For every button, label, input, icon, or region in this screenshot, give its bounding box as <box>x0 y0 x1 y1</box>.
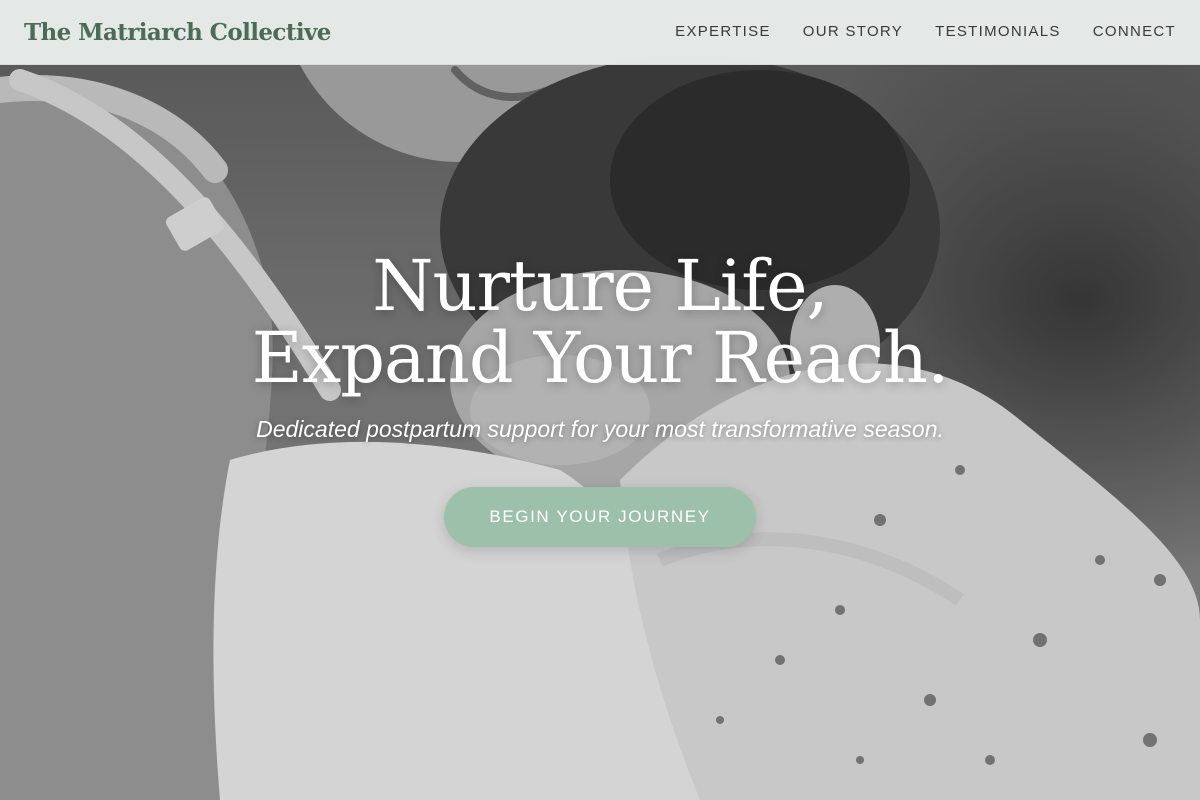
hero-headline-line-1: Nurture Life, <box>372 245 829 327</box>
hero-headline-line-2: Expand Your Reach. <box>251 317 950 399</box>
hero-headline: Nurture Life, Expand Your Reach. <box>0 250 1200 394</box>
nav-item: EXPERTISE <box>675 23 771 41</box>
nav-link-connect[interactable]: CONNECT <box>1093 23 1176 40</box>
hero-subtitle: Dedicated postpartum support for your mo… <box>256 416 944 442</box>
nav-list: EXPERTISE OUR STORY TESTIMONIALS CONNECT <box>675 23 1176 41</box>
begin-journey-button[interactable]: BEGIN YOUR JOURNEY <box>444 487 756 547</box>
hero-copy: Nurture Life, Expand Your Reach. Dedicat… <box>0 250 1200 547</box>
site-header: The Matriarch Collective EXPERTISE OUR S… <box>0 0 1200 65</box>
nav-item: OUR STORY <box>803 23 903 41</box>
nav-item: TESTIMONIALS <box>935 23 1061 41</box>
nav-link-expertise[interactable]: EXPERTISE <box>675 23 771 40</box>
nav-item: CONNECT <box>1093 23 1176 41</box>
brand-logo[interactable]: The Matriarch Collective <box>24 19 331 46</box>
nav-link-testimonials[interactable]: TESTIMONIALS <box>935 23 1061 40</box>
main-nav: EXPERTISE OUR STORY TESTIMONIALS CONNECT <box>675 23 1176 41</box>
nav-link-our-story[interactable]: OUR STORY <box>803 23 903 40</box>
